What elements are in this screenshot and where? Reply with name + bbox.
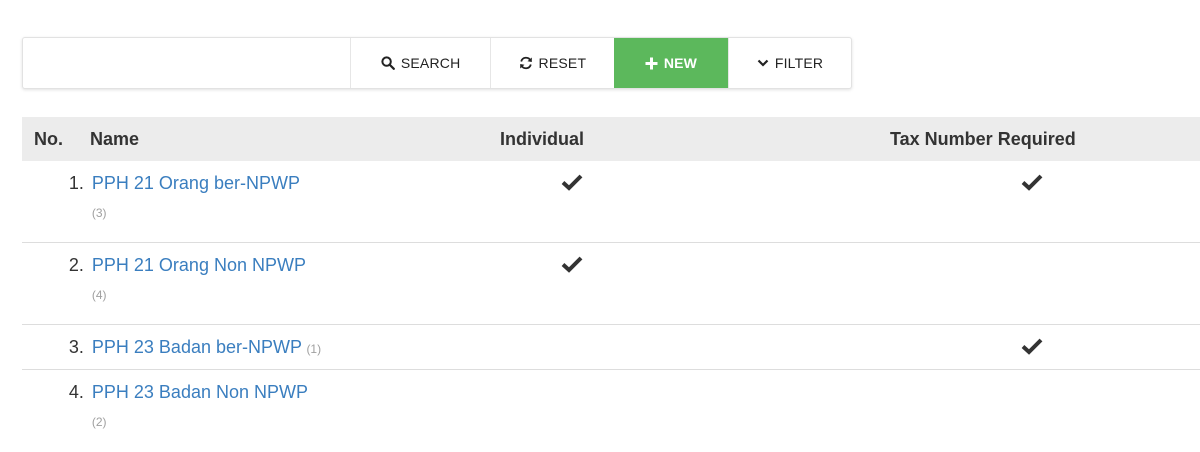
row-name-cell: PPH 21 Orang ber-NPWP (3): [90, 161, 501, 220]
row-number: 4.: [68, 382, 84, 402]
row-name-link[interactable]: PPH 23 Badan Non NPWP: [92, 382, 308, 402]
row-count: (2): [91, 415, 107, 429]
refresh-icon: [519, 56, 532, 70]
filter-button[interactable]: FILTER: [728, 38, 851, 88]
row-name-cell: PPH 23 Badan ber-NPWP (1): [90, 325, 501, 358]
table-row: 2. PPH 21 Orang Non NPWP (4): [22, 243, 1200, 325]
table-header: No. Name Individual Tax Number Required: [22, 117, 1200, 161]
individual-cell: [501, 243, 900, 278]
new-button[interactable]: NEW: [613, 38, 729, 88]
row-number: 2.: [68, 255, 84, 275]
row-number: 3.: [68, 337, 84, 357]
header-no[interactable]: No.: [22, 129, 90, 150]
check-icon: [561, 174, 583, 191]
chevron-down-icon: [757, 59, 769, 67]
reset-button[interactable]: RESET: [489, 38, 614, 88]
new-button-label: NEW: [663, 55, 698, 71]
reset-button-label: RESET: [538, 55, 587, 71]
header-tax-number-required[interactable]: Tax Number Required: [890, 129, 1190, 150]
tax-required-cell: [901, 243, 1200, 255]
row-name-link[interactable]: PPH 21 Orang ber-NPWP: [92, 173, 300, 193]
row-name-cell: PPH 21 Orang Non NPWP (4): [90, 243, 501, 302]
individual-cell: [501, 370, 900, 382]
search-button-label: SEARCH: [400, 55, 461, 71]
toolbar: SEARCH RESET NEW FILTER: [22, 37, 852, 89]
filter-button-label: FILTER: [774, 55, 824, 71]
row-count: (3): [91, 206, 107, 220]
row-number: 1.: [68, 173, 84, 193]
tax-required-cell: [901, 370, 1200, 382]
search-icon: [381, 56, 395, 70]
plus-icon: [645, 57, 658, 69]
check-icon: [1021, 338, 1042, 355]
header-name[interactable]: Name: [90, 129, 500, 150]
individual-cell: [501, 325, 900, 337]
check-icon: [561, 256, 583, 273]
header-individual[interactable]: Individual: [500, 129, 900, 150]
tax-required-cell: [901, 161, 1200, 196]
row-name-cell: PPH 23 Badan Non NPWP (2): [90, 370, 501, 429]
row-name-link[interactable]: PPH 21 Orang Non NPWP: [92, 255, 306, 275]
tax-table: No. Name Individual Tax Number Required …: [22, 117, 1200, 452]
row-count: (4): [91, 288, 107, 302]
table-row: 1. PPH 21 Orang ber-NPWP (3): [22, 161, 1200, 243]
check-icon: [1021, 174, 1042, 191]
row-count: (1): [306, 342, 322, 356]
search-button[interactable]: SEARCH: [350, 38, 490, 88]
row-name-link[interactable]: PPH 23 Badan ber-NPWP: [92, 337, 302, 357]
tax-required-cell: [901, 325, 1200, 360]
individual-cell: [501, 161, 900, 196]
table-row: 4. PPH 23 Badan Non NPWP (2): [22, 370, 1200, 452]
table-row: 3. PPH 23 Badan ber-NPWP (1): [22, 325, 1200, 370]
search-input[interactable]: [23, 38, 351, 88]
